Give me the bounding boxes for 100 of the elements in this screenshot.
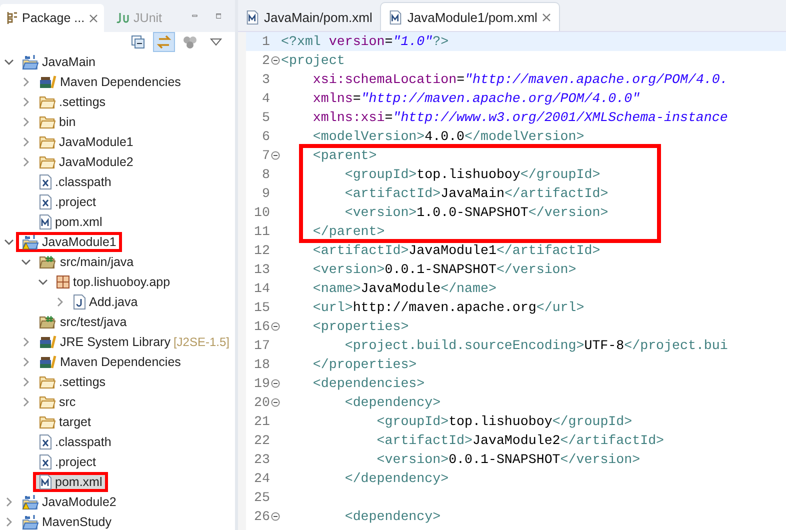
tree-item[interactable]: .classpath: [33, 432, 118, 452]
tree-item-label: .settings: [59, 375, 106, 389]
tree-item[interactable]: .settings: [33, 372, 112, 392]
code-line: <project: [281, 53, 345, 68]
chevron-down-icon[interactable]: [38, 277, 48, 287]
line-number: 16: [253, 319, 270, 334]
chevron-down-icon[interactable]: [4, 237, 14, 247]
line-number: 4: [261, 91, 270, 106]
tree-item[interactable]: JavaMain: [16, 52, 102, 72]
swap-arrows-icon: [156, 35, 172, 49]
tree-item-label: pom.xml: [55, 475, 102, 489]
tree-item[interactable]: target: [33, 412, 97, 432]
fold-toggle-icon[interactable]: [271, 398, 280, 407]
tree-item[interactable]: MavenStudy: [16, 512, 118, 530]
pom-file-icon: [39, 214, 52, 230]
chevron-right-icon[interactable]: [21, 77, 31, 87]
chevron-right-icon[interactable]: [55, 297, 65, 307]
tree-item[interactable]: JRE System Library [J2SE-1.5]: [33, 332, 235, 352]
tree-item-label: JavaModule2: [59, 155, 134, 169]
tree-item[interactable]: src/main/java: [33, 252, 140, 272]
chevron-right-icon[interactable]: [21, 137, 31, 147]
chevron-right-icon[interactable]: [4, 517, 14, 527]
code-line: <url>http://maven.apache.org</url>: [312, 300, 584, 315]
line-number: 19: [253, 376, 270, 391]
chevron-right-icon[interactable]: [21, 377, 31, 387]
line-number: 24: [253, 471, 270, 486]
fold-toggle-icon[interactable]: [271, 512, 280, 521]
line-number: 17: [253, 338, 270, 353]
chevron-right-icon[interactable]: [21, 157, 31, 167]
line-number: 21: [253, 414, 270, 429]
editor-tab[interactable]: JavaMain/pom.xml: [238, 3, 380, 31]
line-number: 14: [253, 281, 270, 296]
tree-item[interactable]: Maven Dependencies: [33, 352, 187, 372]
close-icon[interactable]: [542, 12, 552, 22]
line-number: 22: [253, 433, 270, 448]
tree-item-label: .classpath: [55, 435, 112, 449]
chevron-down-icon[interactable]: [21, 257, 31, 267]
line-number: 2: [261, 53, 270, 68]
code-line: xsi:schemaLocation="http://maven.apache.org/POM/4.0.: [312, 72, 728, 87]
junit-icon: [116, 11, 130, 25]
tree-item[interactable]: .settings: [33, 92, 112, 112]
tree-item[interactable]: pom.xml: [33, 472, 108, 492]
tree-item[interactable]: top.lishuoboy.app: [50, 272, 176, 292]
line-number: 11: [253, 224, 270, 239]
xml-file-icon: [39, 174, 52, 190]
fold-toggle-icon[interactable]: [271, 379, 280, 388]
tree-item-label: .project: [55, 195, 96, 209]
tree-item[interactable]: pom.xml: [33, 212, 108, 232]
tree-item[interactable]: src: [33, 392, 82, 412]
code-line: <properties>: [312, 319, 409, 334]
fold-toggle-icon[interactable]: [271, 322, 280, 331]
code-line: <dependency>: [344, 509, 441, 524]
folder-icon: [39, 115, 56, 129]
tree-item[interactable]: Add.java: [67, 292, 144, 312]
tree-item[interactable]: .classpath: [33, 172, 118, 192]
chevron-right-icon[interactable]: [21, 337, 31, 347]
tree-item-label: JavaModule1: [59, 135, 134, 149]
books-icon: [39, 335, 57, 349]
code-line: <modelVersion>4.0.0</modelVersion>: [312, 129, 584, 144]
tree-item[interactable]: Maven Dependencies: [33, 72, 187, 92]
line-number: 15: [253, 300, 270, 315]
code-line: <project.build.sourceEncoding>UTF-8</project.bui: [344, 338, 728, 353]
line-number: 3: [261, 72, 270, 87]
chevron-right-icon[interactable]: [21, 97, 31, 107]
xml-file-icon: [39, 434, 52, 450]
tree-item[interactable]: src/test/java: [33, 312, 133, 332]
link-with-editor-button[interactable]: [153, 32, 175, 52]
view-tab[interactable]: Package ...: [0, 4, 104, 32]
chevron-right-icon[interactable]: [21, 357, 31, 367]
code-line: </dependency>: [344, 471, 449, 486]
fold-toggle-icon[interactable]: [271, 56, 280, 65]
tree-item-label: .project: [55, 455, 96, 469]
tree-item[interactable]: JavaModule1: [16, 232, 122, 252]
code-line: </parent>: [312, 224, 385, 239]
fold-toggle-icon[interactable]: [271, 151, 280, 160]
xml-file-icon: [39, 194, 52, 210]
tree-item-label: JRE System Library: [60, 335, 170, 349]
tree-item[interactable]: JavaModule2: [33, 152, 140, 172]
tree-item[interactable]: bin: [33, 112, 82, 132]
code-line: xmlns="http://maven.apache.org/POM/4.0.0": [312, 91, 640, 106]
package-icon: [56, 275, 70, 289]
editor-tab[interactable]: JavaModule1/pom.xml: [380, 2, 560, 31]
code-line: </properties>: [312, 357, 417, 372]
pom-file-icon: [246, 10, 259, 24]
circles-icon: [182, 35, 198, 49]
close-icon[interactable]: [88, 14, 98, 22]
chevron-right-icon[interactable]: [21, 397, 31, 407]
chevron-down-icon[interactable]: [4, 57, 14, 67]
folder-icon: [39, 95, 56, 109]
tree-item-detail: [J2SE-1.5]: [173, 335, 230, 349]
chevron-right-icon[interactable]: [4, 497, 14, 507]
tree-item[interactable]: JavaModule2: [16, 492, 122, 512]
chevron-right-icon[interactable]: [21, 117, 31, 127]
tree-item[interactable]: JavaModule1: [33, 132, 140, 152]
pom-file-icon: [389, 10, 402, 24]
tree-item[interactable]: .project: [33, 452, 102, 472]
tree-item-label: src/main/java: [60, 255, 134, 269]
line-number: 12: [253, 243, 270, 258]
code-line: <groupId>top.lishuoboy</groupId>: [376, 414, 632, 429]
tree-item[interactable]: .project: [33, 192, 102, 212]
